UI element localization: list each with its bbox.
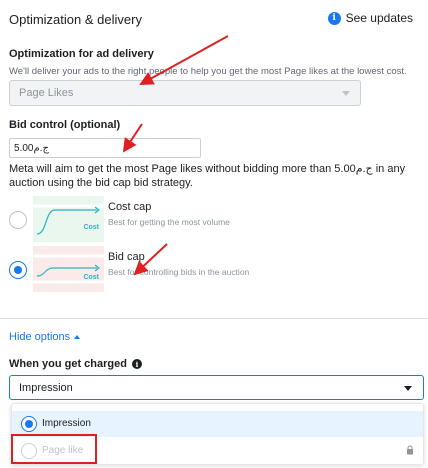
optimization-select-value: Page Likes: [19, 87, 74, 99]
lock-icon: [407, 445, 413, 455]
hide-options-link[interactable]: Hide options: [9, 331, 81, 343]
see-updates-label: See updates: [345, 11, 413, 25]
section-title: Optimization & delivery: [9, 12, 142, 27]
menu-option-label: Impression: [42, 418, 91, 429]
annotation-highlight-box: [11, 434, 97, 464]
chevron-up-icon: [74, 335, 81, 339]
chevron-down-icon: [342, 91, 350, 96]
bid-cap-thumb-label: Cost: [83, 274, 99, 281]
charged-label-text: When you get charged: [9, 358, 127, 370]
see-updates-link[interactable]: i See updates: [327, 11, 413, 25]
cost-cap-description: Best for getting the most volume: [108, 217, 230, 227]
bid-cap-description: Best for controlling bids in the auction: [108, 267, 250, 277]
cost-cap-illustration: Cost: [33, 196, 104, 242]
chevron-down-icon: [404, 386, 412, 391]
charged-dropdown[interactable]: Impression: [9, 375, 424, 400]
info-icon: i: [327, 11, 341, 25]
bid-cap-input[interactable]: [9, 138, 201, 158]
cost-cap-radio[interactable]: [9, 211, 27, 229]
impression-radio[interactable]: [21, 416, 37, 432]
charged-dropdown-value: Impression: [19, 382, 73, 394]
charged-label: When you get charged i: [9, 358, 142, 370]
bid-cap-radio[interactable]: [9, 261, 27, 279]
info-icon[interactable]: i: [131, 359, 142, 369]
optimization-select: Page Likes: [9, 80, 361, 106]
strategy-option-cost-cap[interactable]: Cost Cost cap Best for getting the most …: [9, 196, 409, 246]
strategy-option-bid-cap[interactable]: Cost Bid cap Best for controlling bids i…: [9, 246, 409, 296]
cost-cap-thumb-label: Cost: [83, 224, 99, 231]
optimization-subtitle: We'll deliver your ads to the right peop…: [9, 66, 407, 77]
section-header: Optimization & delivery i See updates: [9, 11, 419, 29]
section-divider: [0, 318, 428, 319]
cost-cap-name: Cost cap: [108, 201, 152, 213]
bid-cap-illustration: Cost: [33, 246, 104, 292]
bid-cap-name: Bid cap: [108, 251, 145, 263]
hide-options-label: Hide options: [9, 331, 71, 343]
bid-control-title: Bid control (optional): [9, 119, 121, 131]
optimization-title: Optimization for ad delivery: [9, 48, 154, 60]
bid-control-description: Meta will aim to get the most Page likes…: [9, 163, 406, 189]
